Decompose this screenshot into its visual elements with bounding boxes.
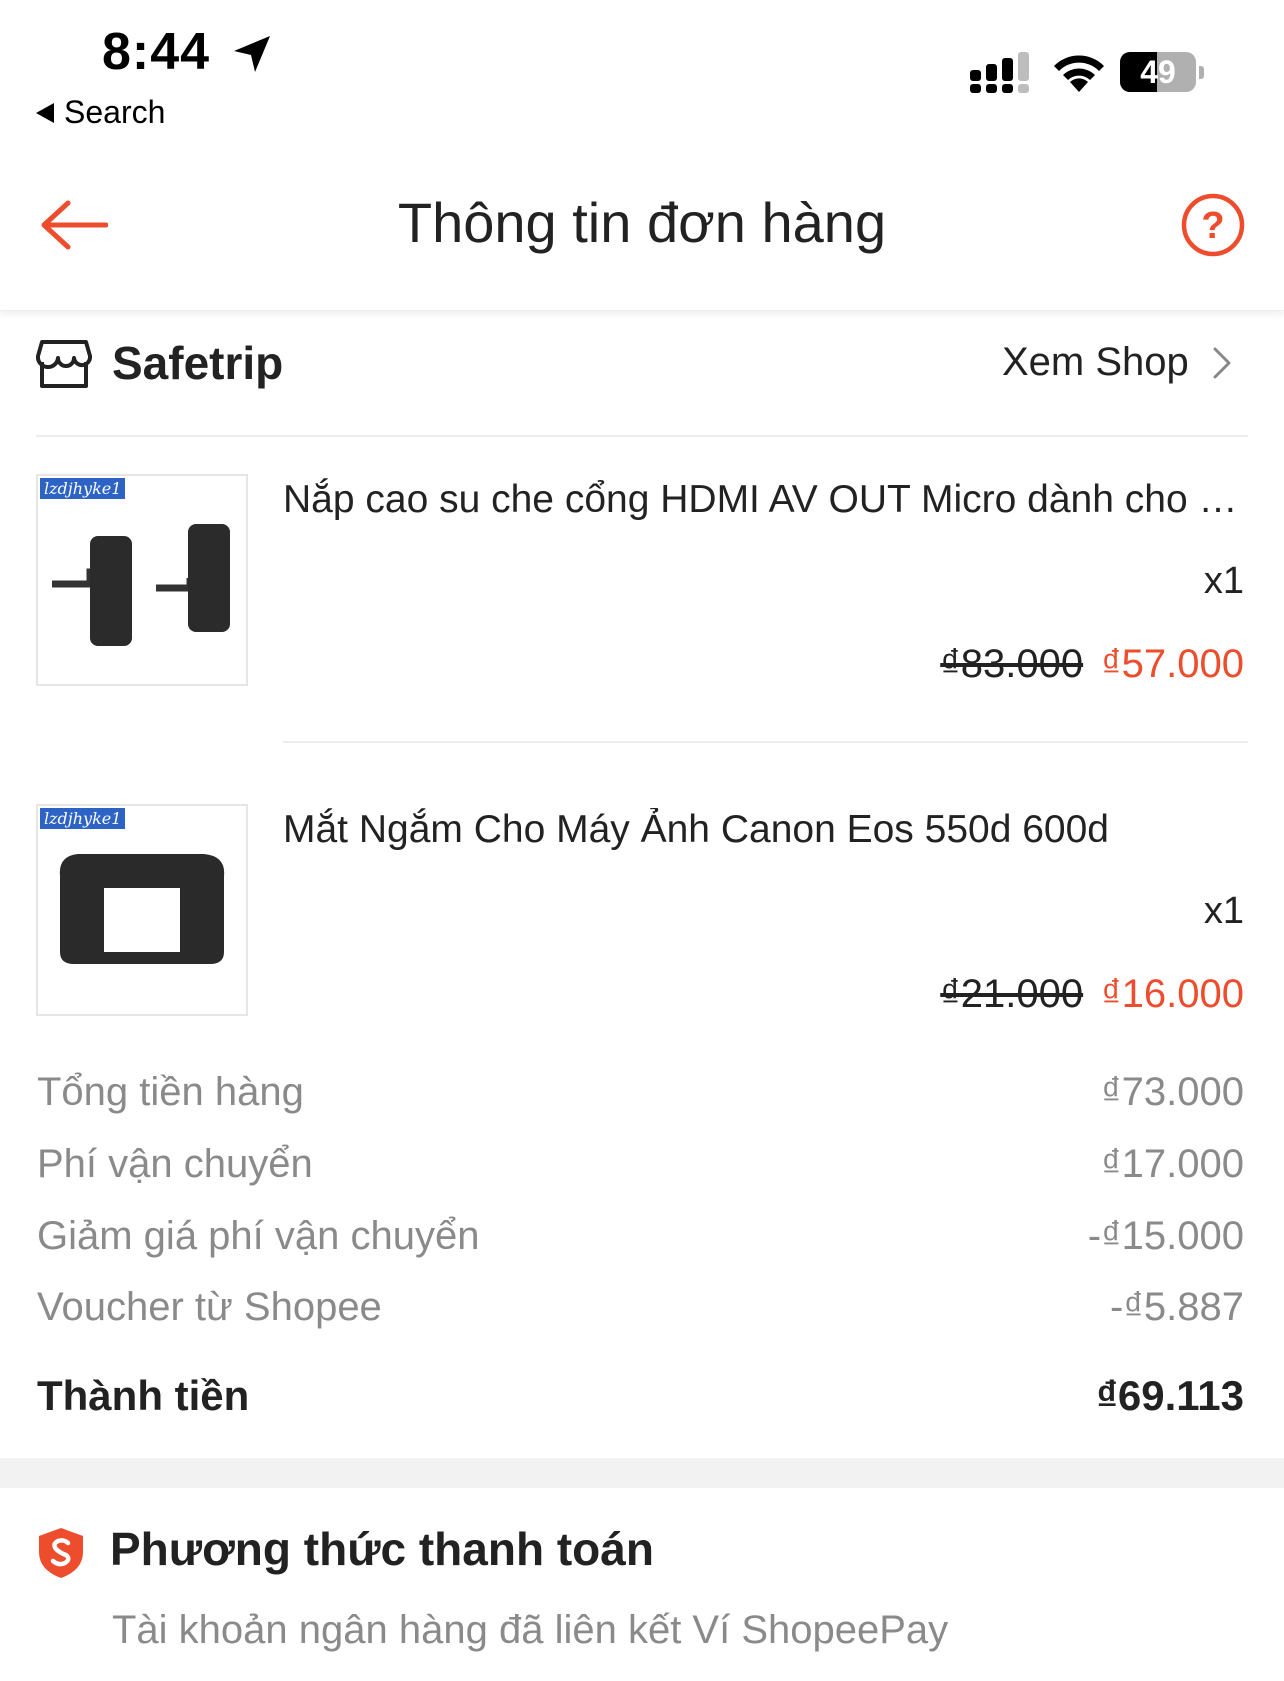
voucher-label: Voucher từ Shopee: [37, 1285, 382, 1329]
voucher-value: -₫5.887: [1110, 1285, 1244, 1329]
shipping-discount-label: Giảm giá phí vận chuyển: [37, 1214, 480, 1258]
location-arrow-icon: [234, 36, 270, 72]
divider: [283, 741, 1248, 743]
product-thumbnail[interactable]: lzdjhyke1: [36, 474, 248, 686]
thumbnail-tag: lzdjhyke1: [40, 478, 126, 499]
shipping-discount-value: -₫15.000: [1087, 1214, 1244, 1258]
order-total-label: Thành tiền: [37, 1372, 250, 1419]
shop-name[interactable]: Safetrip: [112, 336, 283, 390]
shipping-fee-label: Phí vận chuyển: [37, 1142, 313, 1186]
payment-method-title: Phương thức thanh toán: [110, 1523, 654, 1575]
sale-price: ₫57.000: [1101, 642, 1244, 686]
product-quantity: x1: [1203, 560, 1244, 602]
product-name[interactable]: Mắt Ngắm Cho Máy Ảnh Canon Eos 550d 600d: [283, 808, 1245, 852]
product-thumbnail[interactable]: lzdjhyke1: [36, 804, 248, 1016]
product-price: ₫21.000 ₫16.000: [940, 972, 1244, 1017]
thumbnail-tag: lzdjhyke1: [40, 808, 126, 829]
help-symbol: ?: [1201, 205, 1224, 247]
eyecup-image: [59, 854, 225, 964]
back-to-search-label: Search: [64, 94, 166, 130]
original-price: ₫83.000: [940, 642, 1084, 686]
wifi-icon: [1054, 55, 1104, 92]
battery-indicator: 49: [1120, 52, 1206, 94]
back-triangle-icon: [36, 102, 54, 123]
original-price: ₫21.000: [940, 972, 1084, 1016]
divider: [36, 435, 1248, 437]
cellular-signal-icon: [970, 52, 1029, 93]
sale-price: ₫16.000: [1101, 972, 1244, 1016]
battery-percent: 49: [1140, 54, 1176, 90]
subtotal-label: Tổng tiền hàng: [37, 1070, 304, 1114]
order-total-value: ₫69.113: [1096, 1372, 1244, 1419]
shop-icon: [36, 340, 92, 388]
page-title: Thông tin đơn hàng: [397, 191, 887, 254]
rubber-cover-image: [52, 524, 230, 646]
back-to-search[interactable]: Search: [36, 94, 165, 131]
view-shop-button[interactable]: Xem Shop: [1002, 340, 1231, 385]
product-name[interactable]: Nắp cao su che cổng HDMI AV OUT Micro dà…: [283, 478, 1245, 522]
product-price: ₫83.000 ₫57.000: [940, 642, 1244, 687]
question-circle-icon[interactable]: ?: [1180, 192, 1246, 258]
status-time: 8:44: [102, 23, 211, 81]
shield-icon: [39, 1528, 83, 1578]
product-quantity: x1: [1203, 890, 1244, 932]
shipping-fee-value: ₫17.000: [1101, 1142, 1244, 1186]
subtotal-value: ₫73.000: [1101, 1070, 1244, 1114]
section-separator: [0, 1458, 1284, 1488]
view-shop-label: Xem Shop: [1002, 340, 1189, 384]
chevron-right-icon: [1213, 347, 1231, 378]
payment-method-value[interactable]: Tài khoản ngân hàng đã liên kết Ví Shope…: [112, 1608, 948, 1653]
